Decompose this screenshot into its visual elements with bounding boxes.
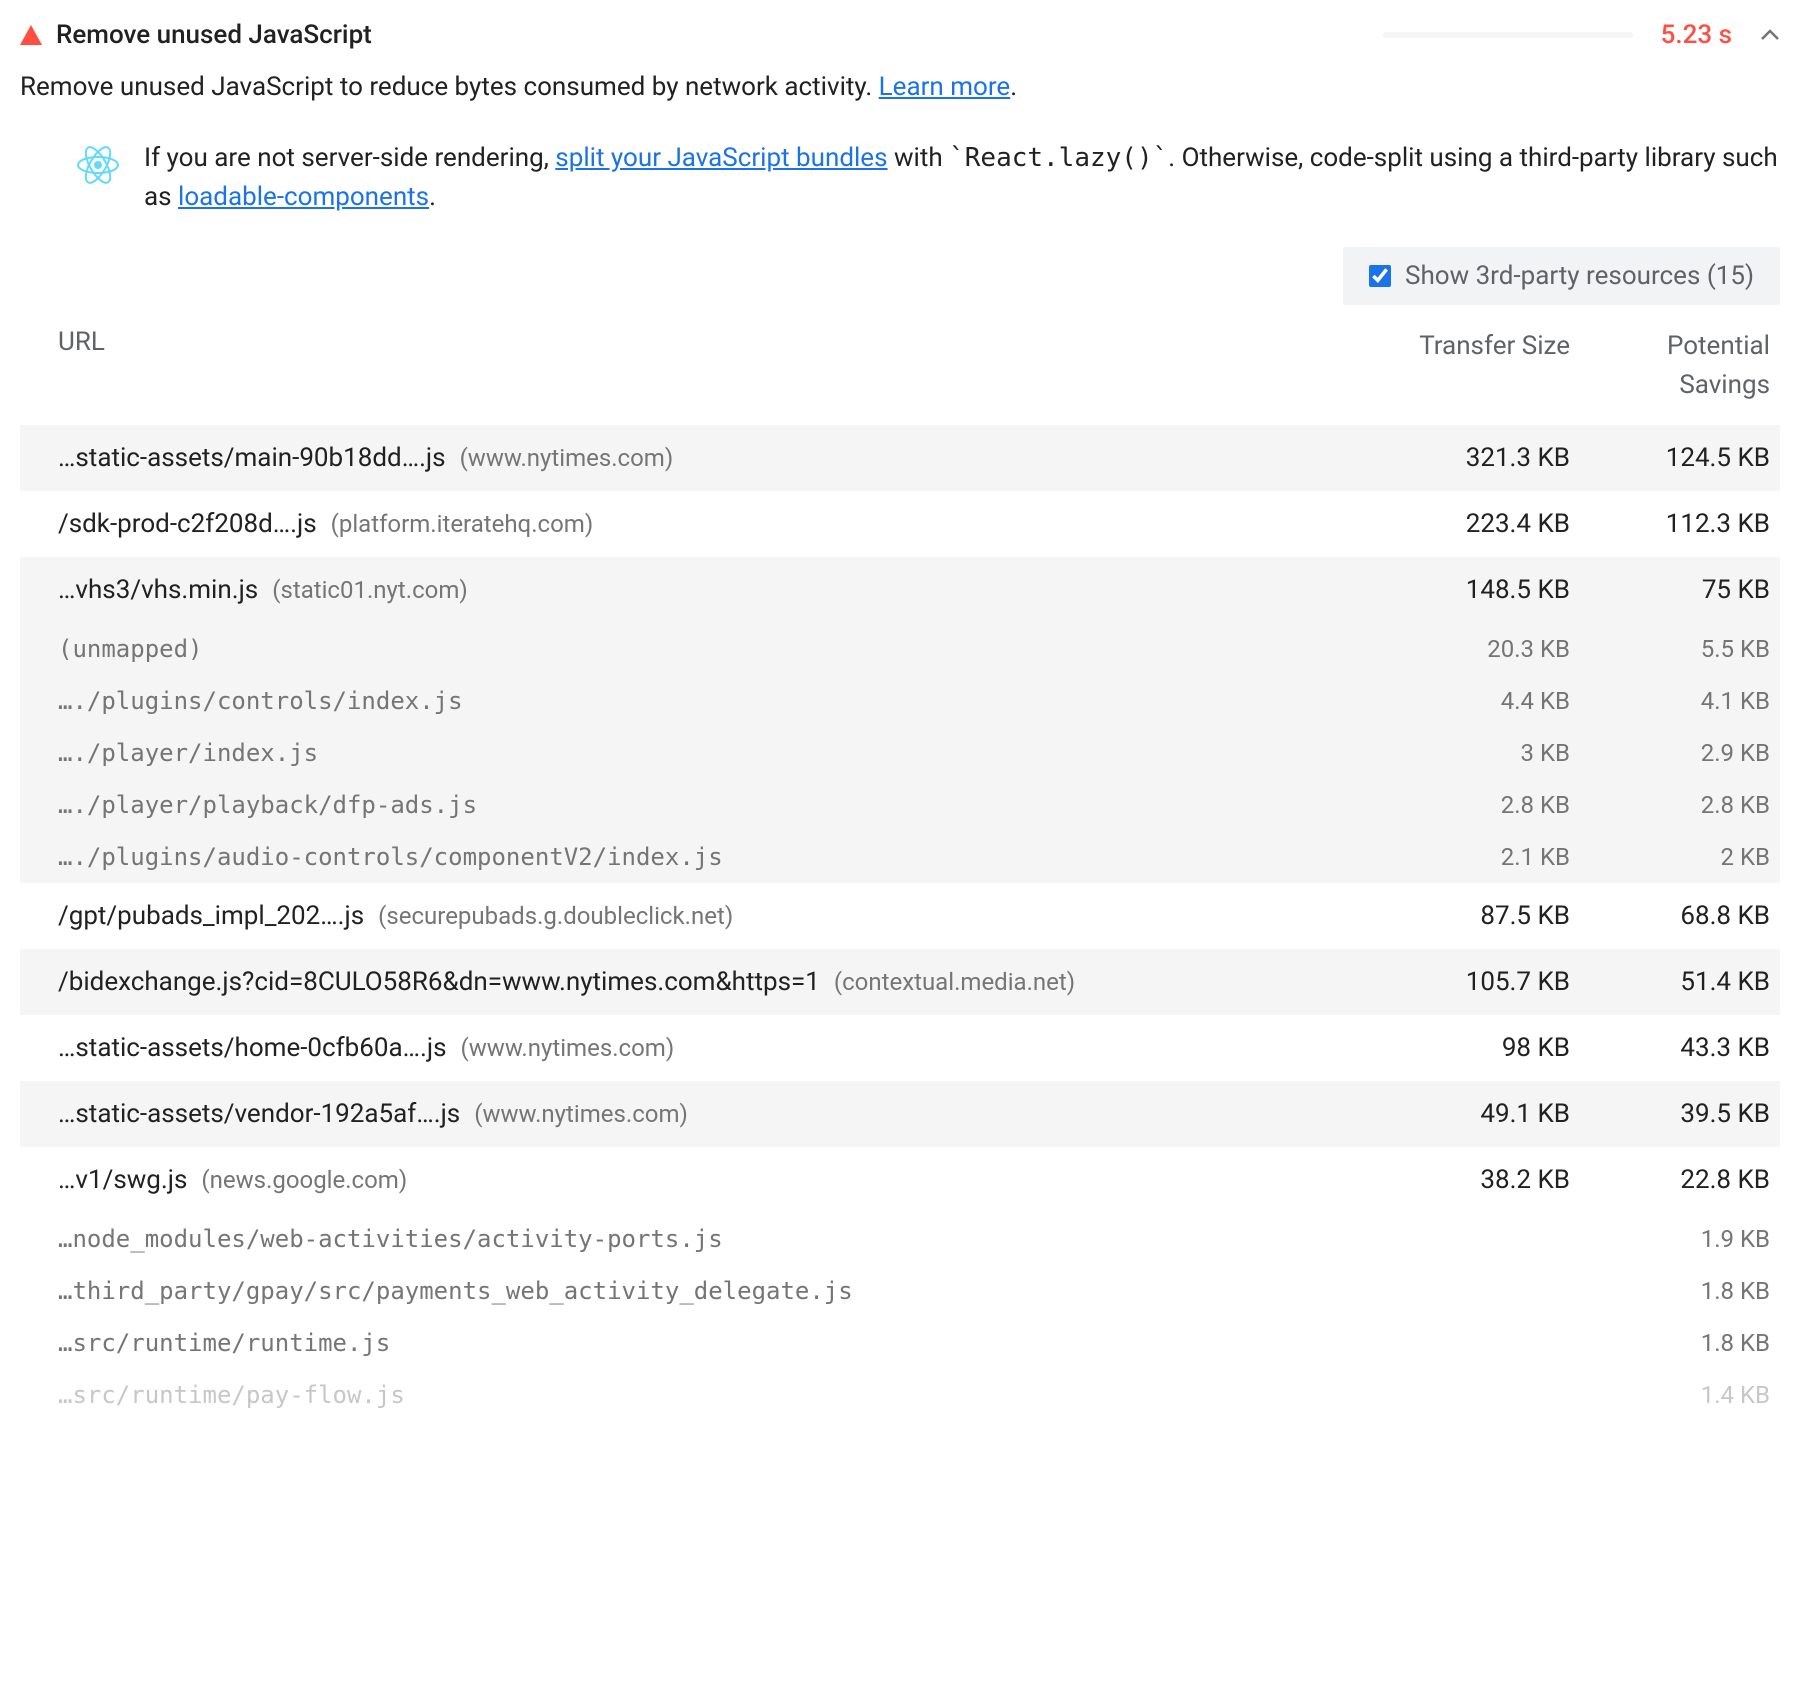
row-path: /bidexchange.js?cid=8CULO58R6&dn=www.nyt… [58,967,820,997]
table-subrow: …src/runtime/runtime.js 1.8 KB [20,1317,1780,1369]
row-path: …static-assets/home-0cfb60a….js [58,1033,447,1063]
row-host: (news.google.com) [201,1166,407,1194]
table-row[interactable]: /bidexchange.js?cid=8CULO58R6&dn=www.nyt… [20,949,1780,1015]
subrow-savings: 2 KB [1570,843,1770,871]
subrow-path: …./player/playback/dfp-ads.js [58,791,1370,819]
subrow-transfer: 20.3 KB [1370,635,1570,663]
row-path: …static-assets/main-90b18dd….js [58,443,446,473]
row-host: (www.nytimes.com) [461,1034,675,1062]
third-party-toggle-row: Show 3rd-party resources (15) [20,247,1780,305]
row-host: (platform.iteratehq.com) [331,510,594,538]
table-row[interactable]: /gpt/pubads_impl_202….js (securepubads.g.… [20,883,1780,949]
table-subrow: …./plugins/controls/index.js4.4 KB4.1 KB [20,675,1780,727]
stack-pack-text: If you are not server-side rendering, sp… [144,139,1780,217]
row-transfer: 321.3 KB [1370,443,1570,473]
metric-value: 5.23 s [1661,20,1732,50]
subrow-transfer: 2.1 KB [1370,843,1570,871]
row-transfer: 87.5 KB [1370,901,1570,931]
row-host: (securepubads.g.doubleclick.net) [378,902,733,930]
subrow-path: …src/runtime/runtime.js [58,1329,1370,1357]
row-savings: 124.5 KB [1570,443,1770,473]
fail-triangle-icon [20,25,42,45]
third-party-label: Show 3rd-party resources (15) [1405,261,1754,291]
row-savings: 68.8 KB [1570,901,1770,931]
subrow-transfer: 4.4 KB [1370,687,1570,715]
col-savings: Potential Savings [1570,327,1770,405]
table-subrow: …./player/playback/dfp-ads.js2.8 KB2.8 K… [20,779,1780,831]
subrow-path: …./plugins/audio-controls/componentV2/in… [58,843,1370,871]
row-savings: 22.8 KB [1570,1165,1770,1195]
audit-panel: Remove unused JavaScript 5.23 s Remove u… [20,20,1780,1421]
learn-more-link[interactable]: Learn more [879,72,1011,102]
subrow-transfer: 3 KB [1370,739,1570,767]
row-transfer: 223.4 KB [1370,509,1570,539]
row-savings: 112.3 KB [1570,509,1770,539]
row-path: /gpt/pubads_impl_202….js [58,901,364,931]
row-path: …v1/swg.js [58,1165,187,1195]
row-savings: 75 KB [1570,575,1770,605]
loadable-components-link[interactable]: loadable-components [178,182,429,212]
row-host: (www.nytimes.com) [460,444,674,472]
subrow-path: (unmapped) [58,635,1370,663]
subrow-savings: 1.8 KB [1570,1277,1770,1305]
table-subrow: …third_party/gpay/src/payments_web_activ… [20,1265,1780,1317]
subrow-path: …third_party/gpay/src/payments_web_activ… [58,1277,1370,1305]
metric-bar [1383,32,1633,38]
subrow-savings: 1.8 KB [1570,1329,1770,1357]
audit-description: Remove unused JavaScript to reduce bytes… [20,68,1780,107]
row-savings: 51.4 KB [1570,967,1770,997]
table-subrow: …node_modules/web-activities/activity-po… [20,1213,1780,1265]
row-path: …vhs3/vhs.min.js [58,575,258,605]
row-transfer: 38.2 KB [1370,1165,1570,1195]
row-savings: 43.3 KB [1570,1033,1770,1063]
split-bundles-link[interactable]: split your JavaScript bundles [555,143,887,173]
col-url: URL [58,327,1370,405]
row-transfer: 148.5 KB [1370,575,1570,605]
col-transfer: Transfer Size [1370,327,1570,405]
table-header: URL Transfer Size Potential Savings [20,315,1780,425]
subrow-savings: 1.4 KB [1570,1381,1770,1409]
react-icon [76,139,120,193]
subrow-path: …src/runtime/pay-flow.js [58,1381,1370,1409]
opportunity-table: URL Transfer Size Potential Savings …sta… [20,315,1780,1421]
table-row[interactable]: …vhs3/vhs.min.js (static01.nyt.com) 148.5 … [20,557,1780,623]
stack-pack: If you are not server-side rendering, sp… [20,139,1780,217]
row-transfer: 49.1 KB [1370,1099,1570,1129]
subrow-savings: 2.8 KB [1570,791,1770,819]
row-savings: 39.5 KB [1570,1099,1770,1129]
chevron-up-icon[interactable] [1760,29,1780,41]
subrow-path: …./plugins/controls/index.js [58,687,1370,715]
third-party-checkbox[interactable] [1369,265,1391,287]
subrow-path: …node_modules/web-activities/activity-po… [58,1225,1370,1253]
audit-title: Remove unused JavaScript [56,20,372,50]
subrow-transfer: 2.8 KB [1370,791,1570,819]
subrow-savings: 2.9 KB [1570,739,1770,767]
table-row[interactable]: …static-assets/home-0cfb60a….js (www.nyti… [20,1015,1780,1081]
table-row[interactable]: …v1/swg.js (news.google.com) 38.2 KB22.8 K… [20,1147,1780,1213]
table-subrow: (unmapped)20.3 KB5.5 KB [20,623,1780,675]
subrow-savings: 5.5 KB [1570,635,1770,663]
row-transfer: 98 KB [1370,1033,1570,1063]
table-row[interactable]: /sdk-prod-c2f208d….js (platform.iteratehq… [20,491,1780,557]
subrow-path: …./player/index.js [58,739,1370,767]
row-path: /sdk-prod-c2f208d….js [58,509,317,539]
row-path: …static-assets/vendor-192a5af….js [58,1099,460,1129]
table-subrow: …./player/index.js3 KB2.9 KB [20,727,1780,779]
table-row[interactable]: …static-assets/main-90b18dd….js (www.nyti… [20,425,1780,491]
row-host: (contextual.media.net) [834,968,1075,996]
row-transfer: 105.7 KB [1370,967,1570,997]
row-host: (www.nytimes.com) [474,1100,688,1128]
subrow-savings: 4.1 KB [1570,687,1770,715]
audit-header[interactable]: Remove unused JavaScript 5.23 s [20,20,1780,68]
third-party-toggle[interactable]: Show 3rd-party resources (15) [1343,247,1780,305]
subrow-savings: 1.9 KB [1570,1225,1770,1253]
table-subrow: …src/runtime/pay-flow.js 1.4 KB [20,1369,1780,1421]
table-subrow: …./plugins/audio-controls/componentV2/in… [20,831,1780,883]
table-row[interactable]: …static-assets/vendor-192a5af….js (www.ny… [20,1081,1780,1147]
row-host: (static01.nyt.com) [272,576,468,604]
